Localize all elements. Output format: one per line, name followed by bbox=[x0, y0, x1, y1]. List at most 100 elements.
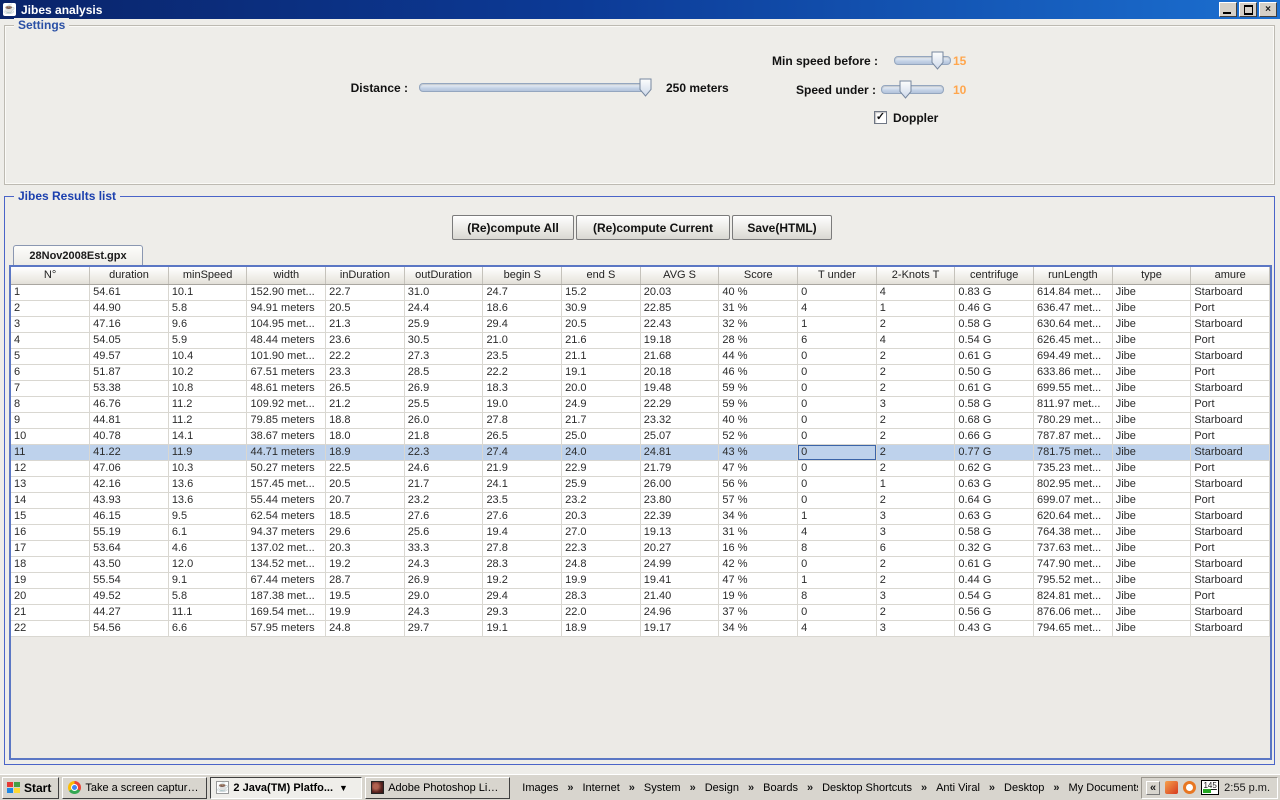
speed-under-slider[interactable] bbox=[881, 85, 944, 94]
table-cell[interactable]: 19 bbox=[11, 572, 90, 588]
table-cell[interactable]: 152.90 met... bbox=[247, 284, 326, 300]
table-cell[interactable]: 23.2 bbox=[404, 492, 483, 508]
table-cell[interactable]: 24.81 bbox=[640, 444, 719, 460]
table-cell[interactable]: 19.41 bbox=[640, 572, 719, 588]
table-row[interactable]: 1753.644.6137.02 met...20.333.327.822.32… bbox=[11, 540, 1270, 556]
table-cell[interactable]: Starboard bbox=[1191, 572, 1270, 588]
table-cell[interactable]: 12.0 bbox=[168, 556, 247, 572]
table-cell[interactable]: 20.18 bbox=[640, 364, 719, 380]
table-cell[interactable]: 18 bbox=[11, 556, 90, 572]
table-cell[interactable]: 2 bbox=[876, 364, 955, 380]
table-cell[interactable]: 27.4 bbox=[483, 444, 562, 460]
toolbar-overflow-chevron[interactable]: » bbox=[563, 782, 577, 794]
table-cell[interactable]: 104.95 met... bbox=[247, 316, 326, 332]
toolbar-overflow-chevron[interactable]: » bbox=[917, 782, 931, 794]
table-cell[interactable]: 2 bbox=[876, 604, 955, 620]
table-cell[interactable]: 0.61 G bbox=[955, 556, 1034, 572]
table-cell[interactable]: 4 bbox=[798, 524, 877, 540]
table-cell[interactable]: 26.0 bbox=[404, 412, 483, 428]
table-cell[interactable]: Port bbox=[1191, 428, 1270, 444]
table-cell[interactable]: 20 bbox=[11, 588, 90, 604]
table-cell[interactable]: 22.3 bbox=[404, 444, 483, 460]
table-cell[interactable]: 16 bbox=[11, 524, 90, 540]
table-row[interactable]: 1955.549.167.44 meters28.726.919.219.919… bbox=[11, 572, 1270, 588]
table-cell[interactable]: 26.9 bbox=[404, 380, 483, 396]
table-cell[interactable]: Jibe bbox=[1112, 460, 1191, 476]
table-cell[interactable]: 27.3 bbox=[404, 348, 483, 364]
table-cell[interactable]: 0 bbox=[798, 396, 877, 412]
table-cell[interactable]: Port bbox=[1191, 460, 1270, 476]
save-html-button[interactable]: Save(HTML) bbox=[732, 215, 832, 240]
table-cell[interactable]: 43 % bbox=[719, 444, 798, 460]
table-cell[interactable]: 40 % bbox=[719, 412, 798, 428]
table-cell[interactable]: Jibe bbox=[1112, 428, 1191, 444]
table-cell[interactable]: 2 bbox=[876, 412, 955, 428]
distance-slider-thumb[interactable] bbox=[639, 78, 652, 97]
table-cell[interactable]: 31.0 bbox=[404, 284, 483, 300]
table-cell[interactable]: 2 bbox=[876, 428, 955, 444]
toolbar-overflow-chevron[interactable]: » bbox=[625, 782, 639, 794]
table-cell[interactable]: 0 bbox=[798, 556, 877, 572]
column-header[interactable]: Score bbox=[719, 267, 798, 284]
table-cell[interactable]: 699.07 met... bbox=[1034, 492, 1113, 508]
table-cell[interactable]: 0.63 G bbox=[955, 476, 1034, 492]
table-cell[interactable]: 11 bbox=[11, 444, 90, 460]
table-row[interactable]: 1342.1613.6157.45 met...20.521.724.125.9… bbox=[11, 476, 1270, 492]
task-button-photoshop[interactable]: Adobe Photoshop Limit... bbox=[365, 777, 510, 799]
task-button-screen-capture[interactable]: Take a screen capture ... bbox=[62, 777, 207, 799]
min-speed-slider[interactable] bbox=[894, 56, 951, 65]
table-row[interactable]: 944.8111.279.85 meters18.826.027.821.723… bbox=[11, 412, 1270, 428]
table-row[interactable]: 1443.9313.655.44 meters20.723.223.523.22… bbox=[11, 492, 1270, 508]
table-cell[interactable]: 21.68 bbox=[640, 348, 719, 364]
table-cell[interactable]: 22.3 bbox=[562, 540, 641, 556]
table-cell[interactable]: 2 bbox=[876, 348, 955, 364]
table-cell[interactable]: 19.1 bbox=[483, 620, 562, 636]
table-cell[interactable]: 157.45 met... bbox=[247, 476, 326, 492]
tray-collapse-chevron[interactable]: « bbox=[1146, 781, 1160, 795]
table-cell[interactable]: 20.5 bbox=[562, 316, 641, 332]
column-header[interactable]: 2-Knots T bbox=[876, 267, 955, 284]
table-cell[interactable]: 0.63 G bbox=[955, 508, 1034, 524]
table-cell[interactable]: 52 % bbox=[719, 428, 798, 444]
table-cell[interactable]: 0 bbox=[798, 444, 877, 460]
table-cell[interactable]: 8 bbox=[798, 540, 877, 556]
table-row[interactable]: 1655.196.194.37 meters29.625.619.427.019… bbox=[11, 524, 1270, 540]
table-cell[interactable]: 42.16 bbox=[90, 476, 169, 492]
table-cell[interactable]: 59 % bbox=[719, 396, 798, 412]
table-cell[interactable]: 4 bbox=[798, 300, 877, 316]
table-cell[interactable]: 27.6 bbox=[404, 508, 483, 524]
table-cell[interactable]: 10.8 bbox=[168, 380, 247, 396]
table-cell[interactable]: Jibe bbox=[1112, 572, 1191, 588]
table-cell[interactable]: Starboard bbox=[1191, 604, 1270, 620]
table-cell[interactable]: 5 bbox=[11, 348, 90, 364]
table-cell[interactable]: 51.87 bbox=[90, 364, 169, 380]
table-cell[interactable]: Starboard bbox=[1191, 524, 1270, 540]
table-cell[interactable]: Starboard bbox=[1191, 476, 1270, 492]
table-cell[interactable]: 50.27 meters bbox=[247, 460, 326, 476]
table-cell[interactable]: 44.81 bbox=[90, 412, 169, 428]
table-cell[interactable]: 44.90 bbox=[90, 300, 169, 316]
table-row[interactable]: 2254.566.657.95 meters24.829.719.118.919… bbox=[11, 620, 1270, 636]
table-cell[interactable]: 9.5 bbox=[168, 508, 247, 524]
column-header[interactable]: inDuration bbox=[326, 267, 405, 284]
table-cell[interactable]: Starboard bbox=[1191, 444, 1270, 460]
table-cell[interactable]: 694.49 met... bbox=[1034, 348, 1113, 364]
table-cell[interactable]: 0.58 G bbox=[955, 524, 1034, 540]
table-cell[interactable]: 18.8 bbox=[326, 412, 405, 428]
table-cell[interactable]: 24.99 bbox=[640, 556, 719, 572]
table-cell[interactable]: 26.9 bbox=[404, 572, 483, 588]
table-cell[interactable]: 1 bbox=[11, 284, 90, 300]
table-cell[interactable]: 94.91 meters bbox=[247, 300, 326, 316]
table-cell[interactable]: 3 bbox=[876, 508, 955, 524]
table-cell[interactable]: 0.50 G bbox=[955, 364, 1034, 380]
table-cell[interactable]: Jibe bbox=[1112, 492, 1191, 508]
table-cell[interactable]: 49.57 bbox=[90, 348, 169, 364]
table-cell[interactable]: 0.56 G bbox=[955, 604, 1034, 620]
column-header[interactable]: duration bbox=[90, 267, 169, 284]
table-cell[interactable]: 3 bbox=[876, 524, 955, 540]
table-cell[interactable]: Starboard bbox=[1191, 412, 1270, 428]
table-cell[interactable]: 10.1 bbox=[168, 284, 247, 300]
table-row[interactable]: 651.8710.267.51 meters23.328.522.219.120… bbox=[11, 364, 1270, 380]
table-cell[interactable]: 0 bbox=[798, 476, 877, 492]
table-cell[interactable]: 735.23 met... bbox=[1034, 460, 1113, 476]
